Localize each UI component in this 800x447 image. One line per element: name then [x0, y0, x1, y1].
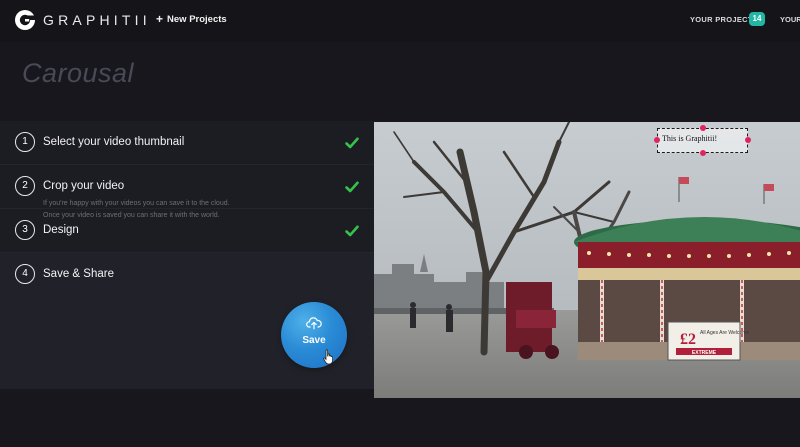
sign-banner: EXTREME — [692, 350, 717, 356]
video-preview[interactable]: £2 All Ages Are Welcome EXTREME — [374, 122, 800, 398]
video-frame-illustration: £2 All Ages Are Welcome EXTREME — [374, 122, 800, 398]
resize-handle-top[interactable] — [700, 125, 706, 131]
step-number: 3 — [15, 220, 35, 240]
resize-handle-left[interactable] — [654, 137, 660, 143]
hand-pointer-icon — [323, 349, 333, 365]
checkmark-icon — [345, 181, 359, 193]
save-button-label: Save — [302, 335, 326, 346]
sign-text: All Ages Are Welcome — [700, 330, 749, 336]
save-button[interactable]: Save — [281, 302, 347, 368]
sign-price: £2 — [680, 331, 696, 348]
step-save-share[interactable]: 4 Save & Share — [0, 253, 374, 297]
brand-name: GRAPHITII — [43, 12, 151, 28]
new-projects-button[interactable]: + New Projects — [156, 13, 227, 25]
checkmark-icon — [345, 225, 359, 237]
price-sign: £2 All Ages Are Welcome EXTREME — [667, 321, 749, 361]
top-bar: GRAPHITII + New Projects YOUR PROJECTS 1… — [0, 0, 800, 42]
step-number: 4 — [15, 264, 35, 284]
step-label: Design — [43, 224, 79, 236]
projects-count-badge: 14 — [749, 12, 765, 26]
text-overlay-label[interactable]: This is Graphitii! — [662, 134, 717, 143]
your-projects-link[interactable]: YOUR PROJECTS — [690, 15, 758, 24]
plus-icon: + — [156, 12, 164, 26]
account-menu-truncated[interactable]: YOUR — [780, 15, 800, 24]
step-number: 2 — [15, 176, 35, 196]
cloud-upload-icon — [306, 317, 322, 330]
step-select-thumbnail[interactable]: 1 Select your video thumbnail — [0, 121, 374, 165]
resize-handle-right[interactable] — [745, 137, 751, 143]
step-label: Save & Share — [43, 268, 114, 280]
step-number: 1 — [15, 132, 35, 152]
graphitii-logo-icon[interactable] — [14, 9, 36, 31]
save-description: If you're happy with your videos you can… — [43, 200, 230, 219]
step-label: Select your video thumbnail — [43, 136, 185, 148]
resize-handle-bottom[interactable] — [700, 150, 706, 156]
new-projects-label: New Projects — [167, 13, 227, 25]
checkmark-icon — [345, 137, 359, 149]
step-label: Crop your video — [43, 180, 125, 192]
red-kiosk — [506, 282, 559, 359]
page-title: Carousal — [22, 58, 135, 88]
